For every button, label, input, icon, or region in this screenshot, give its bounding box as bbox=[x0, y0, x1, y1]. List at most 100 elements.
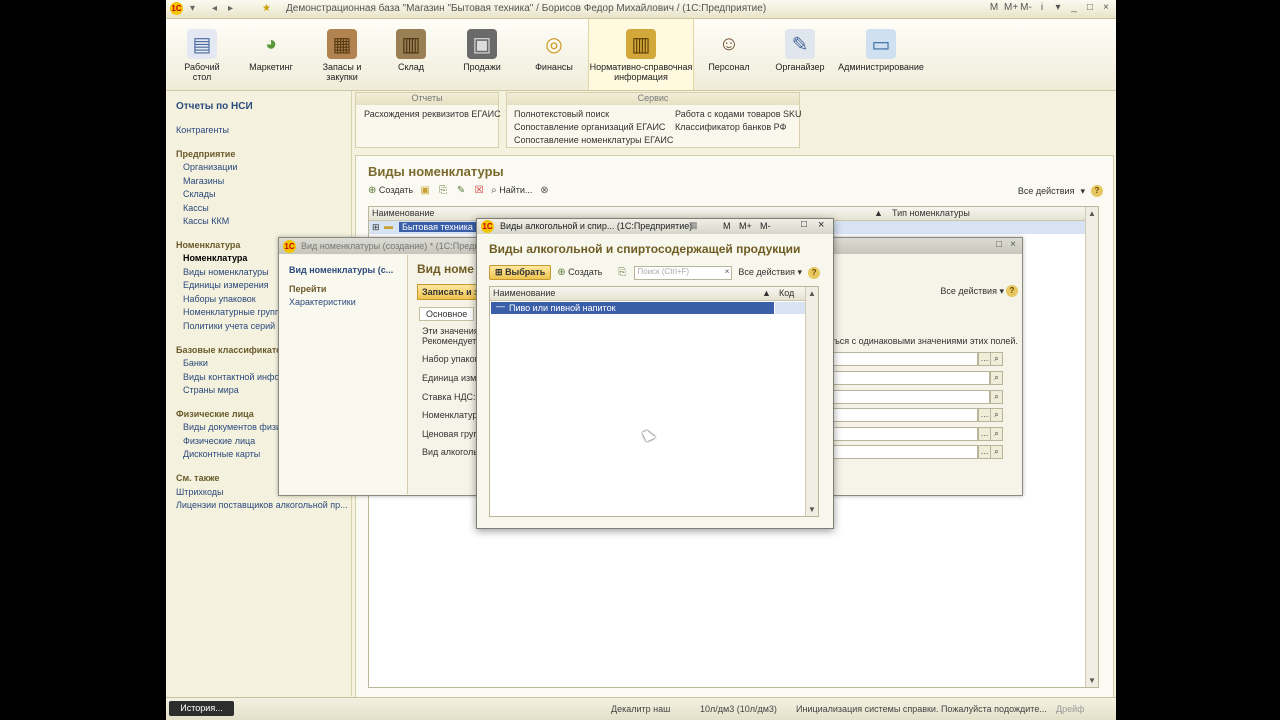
col-code-header[interactable]: Код bbox=[779, 288, 794, 298]
sidebar-characteristics[interactable]: Характеристики bbox=[289, 297, 356, 307]
copy-icon[interactable]: ⎘ bbox=[437, 185, 449, 197]
status-item-4[interactable]: Дрейф bbox=[1056, 704, 1085, 714]
nav-countries[interactable]: Страны мира bbox=[183, 385, 239, 395]
dialog-maximize-button[interactable]: □ bbox=[801, 219, 807, 230]
nav-discount-cards[interactable]: Дисконтные карты bbox=[183, 449, 260, 459]
section-personnel[interactable]: ☺ Персонал bbox=[701, 19, 757, 90]
copy-icon[interactable]: ⎘ bbox=[616, 267, 628, 279]
nav-kkm[interactable]: Кассы ККМ bbox=[183, 216, 229, 226]
help-icon[interactable]: ? bbox=[1091, 185, 1103, 197]
dialog-m-button[interactable]: M bbox=[723, 221, 731, 231]
search-icon[interactable]: ⌕ bbox=[990, 427, 1003, 441]
nav-cashboxes[interactable]: Кассы bbox=[183, 203, 209, 213]
search-icon[interactable]: ⌕ bbox=[990, 408, 1003, 422]
vat-rate-field[interactable] bbox=[831, 390, 990, 404]
create-button[interactable]: ⊕ Создать bbox=[557, 267, 602, 279]
nav-nomenclature[interactable]: Номенклатура bbox=[183, 253, 247, 263]
help-icon[interactable]: ? bbox=[808, 266, 821, 279]
section-desktop[interactable]: ▤ Рабочий стол bbox=[176, 19, 228, 90]
chevron-down-icon[interactable]: ▾ bbox=[1052, 2, 1064, 13]
favorites-star-icon[interactable]: ★ bbox=[260, 2, 273, 15]
dialog-mplus-button[interactable]: M+ bbox=[739, 221, 752, 231]
scroll-up-icon[interactable]: ▲ bbox=[1086, 209, 1098, 218]
search-icon[interactable]: ⌕ bbox=[990, 371, 1003, 385]
nav-banks[interactable]: Банки bbox=[183, 358, 208, 368]
calendar-icon[interactable]: ▦ bbox=[689, 220, 698, 231]
find-button[interactable]: ⌕ Найти... bbox=[491, 185, 532, 197]
minimize-button[interactable]: _ bbox=[1068, 2, 1080, 13]
back-arrow-icon[interactable]: ◂ bbox=[208, 2, 221, 15]
col-name-header[interactable]: Наименование bbox=[372, 208, 434, 218]
nav-nomenclature-groups[interactable]: Номенклатурные группы bbox=[183, 307, 286, 317]
search-input[interactable]: Поиск (Ctrl+F) × bbox=[634, 265, 733, 280]
scroll-down-icon[interactable]: ▼ bbox=[806, 505, 818, 514]
help-icon[interactable]: ? bbox=[1006, 285, 1018, 297]
save-and-close-button[interactable]: Записать и з bbox=[417, 284, 484, 300]
table-scrollbar[interactable]: ▲ ▼ bbox=[1085, 207, 1098, 687]
folder-add-icon[interactable]: ▣ bbox=[419, 185, 431, 197]
section-marketing[interactable]: ◕ Маркетинг bbox=[241, 19, 301, 90]
nav-serial-policies[interactable]: Политики учета серий bbox=[183, 321, 275, 331]
forward-arrow-icon[interactable]: ▸ bbox=[224, 2, 237, 15]
section-organizer[interactable]: ✎ Органайзер bbox=[770, 19, 830, 90]
title-bar-mminus-button[interactable]: M- bbox=[1020, 2, 1032, 13]
nav-reports[interactable]: Отчеты по НСИ bbox=[176, 101, 253, 112]
row-code-cell[interactable] bbox=[775, 302, 805, 314]
service-match-organizations[interactable]: Сопоставление организаций ЕГАИС bbox=[514, 122, 665, 132]
nav-nomenclature-types[interactable]: Виды номенклатуры bbox=[183, 267, 269, 277]
title-bar-mplus-button[interactable]: M+ bbox=[1004, 2, 1018, 13]
search-icon[interactable]: ⌕ bbox=[990, 445, 1003, 459]
nav-shops[interactable]: Магазины bbox=[183, 176, 224, 186]
nav-licenses[interactable]: Лицензии поставщиков алкогольной пр... bbox=[176, 500, 348, 510]
status-item-2[interactable]: 10л/дм3 (10л/дм3) bbox=[700, 704, 777, 714]
nav-units[interactable]: Единицы измерения bbox=[183, 280, 269, 290]
service-bank-classifier[interactable]: Классификатор банков РФ bbox=[675, 122, 786, 132]
service-sku-codes[interactable]: Работа с кодами товаров SKU bbox=[675, 109, 802, 119]
section-stock[interactable]: ▦ Запасы и закупки bbox=[314, 19, 370, 90]
all-actions-menu[interactable]: Все действия ▾ bbox=[940, 286, 1004, 297]
dialog-mminus-button[interactable]: M- bbox=[760, 221, 771, 231]
section-reference-info[interactable]: ▥ Нормативно-справочная информация bbox=[588, 19, 694, 90]
all-actions-menu[interactable]: Все действия ▾ bbox=[738, 267, 802, 278]
dialog-close-button[interactable]: × bbox=[818, 219, 824, 231]
window-close-button[interactable]: × bbox=[1010, 239, 1016, 250]
title-bar-m-button[interactable]: M bbox=[988, 2, 1000, 13]
nav-persons[interactable]: Физические лица bbox=[183, 436, 255, 446]
nav-counterparties[interactable]: Контрагенты bbox=[176, 125, 229, 135]
section-finance[interactable]: ◎ Финансы bbox=[526, 19, 582, 90]
pack-set-field[interactable] bbox=[831, 352, 978, 366]
service-fulltext-search[interactable]: Полнотекстовый поиск bbox=[514, 109, 609, 119]
nav-barcodes[interactable]: Штрихкоды bbox=[176, 487, 223, 497]
expand-icon[interactable]: ⊞ bbox=[372, 222, 380, 233]
col-type-header[interactable]: Тип номенклатуры bbox=[892, 208, 970, 218]
table-row[interactable]: — Пиво или пивной напиток bbox=[491, 301, 774, 314]
unit-field[interactable] bbox=[831, 371, 990, 385]
delete-mark-icon[interactable]: ☒ bbox=[473, 185, 485, 197]
create-button[interactable]: ⊕ Создать bbox=[368, 185, 413, 197]
report-egais-discrepancies[interactable]: Расхождения реквизитов ЕГАИС bbox=[364, 109, 501, 119]
1c-logo-icon[interactable]: 1С bbox=[481, 220, 494, 233]
info-icon[interactable]: i bbox=[1036, 2, 1048, 13]
sidebar-form-link[interactable]: Вид номенклатуры (с... bbox=[289, 265, 393, 275]
1c-logo-icon[interactable]: 1С bbox=[170, 2, 183, 15]
maximize-button[interactable]: □ bbox=[1084, 2, 1096, 13]
history-button[interactable]: История... bbox=[169, 701, 234, 716]
tab-main[interactable]: Основное bbox=[419, 307, 475, 321]
edit-pencil-icon[interactable]: ✎ bbox=[455, 185, 467, 197]
clear-search-icon[interactable]: × bbox=[725, 267, 730, 276]
price-group-field[interactable] bbox=[831, 427, 978, 441]
select-button[interactable]: ⊞ Выбрать bbox=[489, 265, 552, 280]
col-name-header[interactable]: Наименование bbox=[493, 288, 555, 298]
service-match-nomenclature[interactable]: Сопоставление номенклатуры ЕГАИС bbox=[514, 135, 673, 145]
all-actions-menu[interactable]: Все действия bbox=[1018, 186, 1075, 196]
window-maximize-button[interactable]: □ bbox=[996, 239, 1002, 250]
search-icon[interactable]: ⌕ bbox=[990, 352, 1003, 366]
cancel-search-icon[interactable]: ⊗ bbox=[538, 185, 550, 197]
section-warehouse[interactable]: ▥ Склад bbox=[384, 19, 438, 90]
nav-packs[interactable]: Наборы упаковок bbox=[183, 294, 256, 304]
scroll-down-icon[interactable]: ▼ bbox=[1086, 676, 1098, 685]
menu-dropdown-icon[interactable]: ▾ bbox=[186, 2, 199, 15]
scroll-up-icon[interactable]: ▲ bbox=[806, 289, 818, 298]
1c-logo-icon[interactable]: 1С bbox=[283, 240, 296, 253]
section-sales[interactable]: ▣ Продажи bbox=[454, 19, 510, 90]
